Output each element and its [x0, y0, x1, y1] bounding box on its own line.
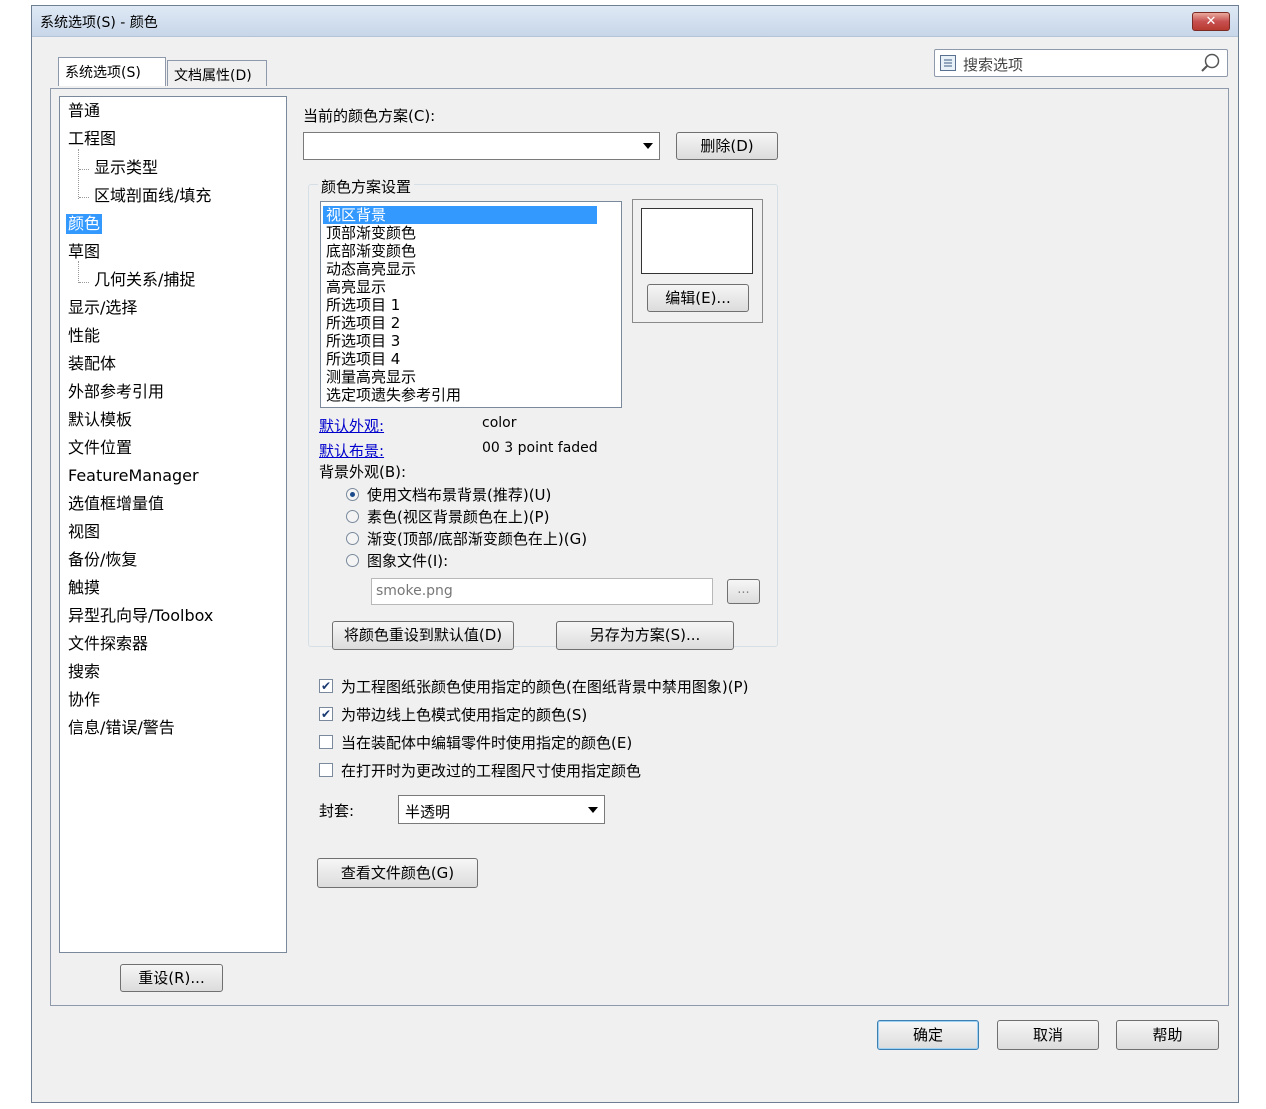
view-document-colors-button[interactable]: 查看文件颜色(G) — [317, 858, 478, 888]
color-swatch — [641, 208, 753, 274]
tree-item-backup-recover[interactable]: 备份/恢复 — [68, 550, 137, 570]
tree-item-view[interactable]: 视图 — [68, 522, 100, 542]
checkbox-assembly-edit-color[interactable] — [319, 735, 333, 749]
options-tree[interactable]: 普通 工程图 显示类型 区域剖面线/填充 颜色 草图 几何关系/捕捉 显示/选择… — [59, 96, 287, 953]
tree-item-display-selection[interactable]: 显示/选择 — [68, 298, 137, 318]
background-appearance-label: 背景外观(B): — [319, 463, 407, 481]
list-item[interactable]: 视区背景 — [323, 206, 597, 224]
list-item[interactable]: 顶部渐变颜色 — [326, 224, 416, 242]
default-appearance-value: color — [482, 415, 517, 431]
tree-item-colors[interactable]: 颜色 — [66, 214, 103, 234]
current-scheme-dropdown[interactable] — [303, 132, 660, 160]
list-item[interactable]: 所选项目 1 — [326, 296, 400, 314]
delete-scheme-button[interactable]: 删除(D) — [676, 132, 778, 160]
envelope-label: 封套: — [319, 802, 355, 820]
tree-item-touch[interactable]: 触摸 — [68, 578, 100, 598]
radio-document-scene[interactable] — [346, 488, 359, 501]
tree-item-spin-box-increments[interactable]: 选值框增量值 — [68, 494, 164, 514]
envelope-value: 半透明 — [405, 803, 451, 821]
tree-item-featuremanager[interactable]: FeatureManager — [68, 466, 199, 486]
tree-item-file-explorer[interactable]: 文件探索器 — [68, 634, 148, 654]
tree-item-default-templates[interactable]: 默认模板 — [68, 410, 132, 430]
default-scene-link[interactable]: 默认布景: — [319, 440, 384, 461]
radio-image-file-label[interactable]: 图象文件(I): — [367, 550, 448, 571]
tree-item-search[interactable]: 搜索 — [68, 662, 100, 682]
search-input[interactable]: 搜索选项 — [963, 54, 1023, 75]
reset-colors-button[interactable]: 将颜色重设到默认值(D) — [332, 621, 514, 650]
help-button[interactable]: 帮助 — [1116, 1020, 1219, 1050]
radio-gradient-label[interactable]: 渐变(顶部/底部渐变颜色在上)(G) — [367, 528, 587, 549]
envelope-dropdown[interactable]: 半透明 — [398, 795, 605, 824]
tab-system-options[interactable]: 系统选项(S) — [58, 57, 166, 86]
tree-item-area-hatch[interactable]: 区域剖面线/填充 — [94, 186, 211, 206]
checkbox-shaded-with-edges-color-label[interactable]: 为带边线上色模式使用指定的颜色(S) — [341, 704, 587, 725]
list-item[interactable]: 底部渐变颜色 — [326, 242, 416, 260]
image-file-field[interactable]: smoke.png — [371, 578, 713, 605]
default-scene-value: 00 3 point faded — [482, 440, 598, 456]
current-scheme-label: 当前的颜色方案(C): — [303, 107, 436, 125]
default-appearance-link[interactable]: 默认外观: — [319, 415, 384, 436]
tree-item-sketch[interactable]: 草图 — [68, 242, 100, 262]
browse-image-button[interactable]: ... — [727, 579, 760, 604]
tree-item-general[interactable]: 普通 — [68, 101, 100, 121]
search-options-box[interactable]: 搜索选项 — [934, 49, 1228, 77]
reset-button[interactable]: 重设(R)... — [120, 964, 223, 992]
save-as-scheme-button[interactable]: 另存为方案(S)... — [556, 621, 734, 650]
tree-item-external-references[interactable]: 外部参考引用 — [68, 382, 164, 402]
search-icon[interactable] — [1199, 52, 1221, 74]
list-item[interactable]: 动态高亮显示 — [326, 260, 416, 278]
tree-item-display-style[interactable]: 显示类型 — [94, 158, 158, 178]
tree-item-performance[interactable]: 性能 — [68, 326, 100, 346]
checkbox-drawing-paper-color-label[interactable]: 为工程图纸张颜色使用指定的颜色(在图纸背景中禁用图象)(P) — [341, 676, 748, 697]
checkbox-changed-dimensions-color-label[interactable]: 在打开时为更改过的工程图尺寸使用指定颜色 — [341, 760, 641, 781]
checkbox-changed-dimensions-color[interactable] — [319, 763, 333, 777]
tree-item-drawings[interactable]: 工程图 — [68, 129, 116, 149]
radio-plain-label[interactable]: 素色(视区背景颜色在上)(P) — [367, 506, 549, 527]
checkbox-drawing-paper-color[interactable]: ✔ — [319, 679, 333, 693]
checkbox-assembly-edit-color-label[interactable]: 当在装配体中编辑零件时使用指定的颜色(E) — [341, 732, 632, 753]
cancel-button[interactable]: 取消 — [997, 1020, 1099, 1050]
list-item[interactable]: 测量高亮显示 — [326, 368, 416, 386]
close-button[interactable]: ✕ — [1192, 12, 1230, 31]
tree-item-assemblies[interactable]: 装配体 — [68, 354, 116, 374]
tree-item-messages-errors-warnings[interactable]: 信息/错误/警告 — [68, 718, 175, 738]
options-list-icon — [940, 55, 956, 71]
radio-document-scene-label[interactable]: 使用文档布景背景(推荐)(U) — [367, 484, 551, 505]
window-title: 系统选项(S) - 颜色 — [40, 15, 158, 31]
chevron-down-icon — [643, 143, 653, 149]
title-bar: 系统选项(S) - 颜色 ✕ — [32, 6, 1238, 37]
list-item[interactable]: 所选项目 3 — [326, 332, 400, 350]
tree-item-collaboration[interactable]: 协作 — [68, 690, 100, 710]
tree-item-hole-wizard-toolbox[interactable]: 异型孔向导/Toolbox — [68, 606, 213, 626]
options-dialog: 系统选项(S) - 颜色 ✕ 系统选项(S) 文档属性(D) 搜索选项 普通 工… — [31, 5, 1239, 1103]
tree-item-file-locations[interactable]: 文件位置 — [68, 438, 132, 458]
tree-item-relations-snaps[interactable]: 几何关系/捕捉 — [94, 270, 195, 290]
list-item[interactable]: 所选项目 4 — [326, 350, 400, 368]
radio-image-file[interactable] — [346, 554, 359, 567]
radio-gradient[interactable] — [346, 532, 359, 545]
list-item[interactable]: 所选项目 2 — [326, 314, 400, 332]
radio-plain[interactable] — [346, 510, 359, 523]
color-preview-frame: 编辑(E)... — [632, 199, 763, 323]
list-item[interactable]: 高亮显示 — [326, 278, 386, 296]
tab-document-properties[interactable]: 文档属性(D) — [167, 60, 267, 86]
chevron-down-icon — [588, 806, 598, 813]
color-scheme-list[interactable]: 视区背景 顶部渐变颜色 底部渐变颜色 动态高亮显示 高亮显示 所选项目 1 所选… — [320, 201, 622, 408]
edit-color-button[interactable]: 编辑(E)... — [647, 284, 749, 312]
color-scheme-settings-title: 颜色方案设置 — [318, 176, 415, 197]
list-item[interactable]: 选定项遗失参考引用 — [326, 386, 461, 404]
checkbox-shaded-with-edges-color[interactable]: ✔ — [319, 707, 333, 721]
ok-button[interactable]: 确定 — [877, 1020, 979, 1050]
